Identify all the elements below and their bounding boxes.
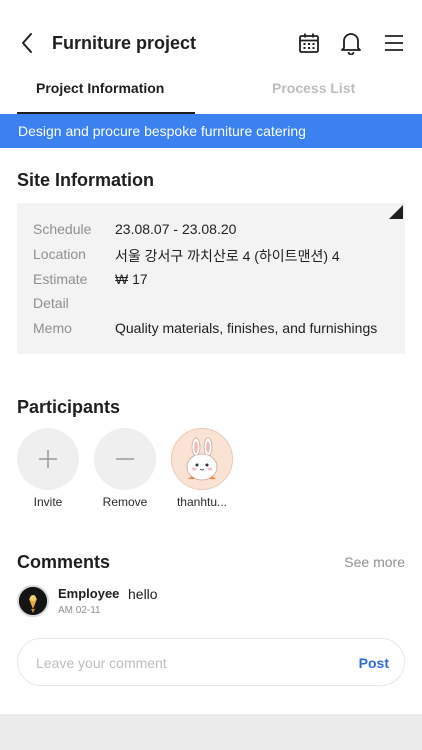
info-value: 23.08.07 - 23.08.20 — [115, 221, 237, 237]
comment-timestamp: AM 02-11 — [58, 605, 101, 616]
info-row-estimate: Estimate ₩ 17 — [33, 271, 393, 291]
project-description-banner: Design and procure bespoke furniture cat… — [0, 114, 422, 148]
comment-text: hello — [128, 586, 158, 602]
hamburger-menu-icon[interactable] — [381, 30, 407, 56]
tab-process-list[interactable]: Process List — [272, 80, 355, 96]
participant-label: thanhtu... — [176, 495, 228, 509]
minus-icon[interactable] — [94, 428, 156, 490]
site-information-heading: Site Information — [17, 170, 155, 190]
bell-icon[interactable] — [338, 30, 364, 56]
participant-label: Remove — [102, 495, 148, 509]
info-value: Quality materials, finishes, and furnish… — [115, 320, 378, 336]
bunny-avatar-icon[interactable] — [171, 428, 233, 490]
info-label: Location — [33, 246, 86, 262]
banner-text: Design and procure bespoke furniture cat… — [18, 123, 306, 139]
info-row-memo: Memo Quality materials, finishes, and fu… — [33, 320, 393, 340]
invite-button[interactable]: Invite — [17, 428, 79, 518]
fold-corner-icon[interactable] — [389, 205, 403, 219]
info-value: ₩ 17 — [115, 271, 148, 287]
comment-input-placeholder[interactable]: Leave your comment — [36, 655, 167, 671]
info-row-schedule: Schedule 23.08.07 - 23.08.20 — [33, 221, 393, 241]
comment-author: Employee — [58, 586, 120, 601]
calendar-icon[interactable] — [296, 30, 322, 56]
info-label: Estimate — [33, 271, 88, 287]
info-label: Detail — [33, 295, 69, 311]
avatar — [17, 585, 49, 617]
back-chevron-icon[interactable] — [16, 30, 38, 56]
participant-thanhtu[interactable]: thanhtu... — [171, 428, 233, 518]
page-title: Furniture project — [52, 33, 197, 53]
remove-button[interactable]: Remove — [94, 428, 156, 518]
comments-heading: Comments — [17, 552, 111, 572]
info-value: 서울 강서구 까치산로 4 (하이트맨션) 4 — [115, 248, 340, 264]
post-button[interactable]: Post — [359, 655, 389, 671]
participants-heading: Participants — [17, 397, 121, 417]
participant-label: Invite — [33, 495, 63, 509]
plus-icon[interactable] — [17, 428, 79, 490]
see-more-link[interactable]: See more — [344, 554, 405, 570]
info-label: Memo — [33, 320, 72, 336]
info-label: Schedule — [33, 221, 92, 237]
comment-input[interactable]: Leave your comment Post — [17, 638, 405, 686]
bottom-divider — [0, 714, 422, 750]
site-information-card: Schedule 23.08.07 - 23.08.20 Location 서울… — [17, 203, 405, 354]
info-row-detail: Detail — [33, 295, 393, 315]
tab-project-information[interactable]: Project Information — [36, 80, 164, 96]
comment-item: Employee hello AM 02-11 — [17, 584, 405, 620]
tab-bar: Project Information Process List — [0, 68, 422, 116]
info-row-location: Location 서울 강서구 까치산로 4 (하이트맨션) 4 — [33, 246, 393, 266]
